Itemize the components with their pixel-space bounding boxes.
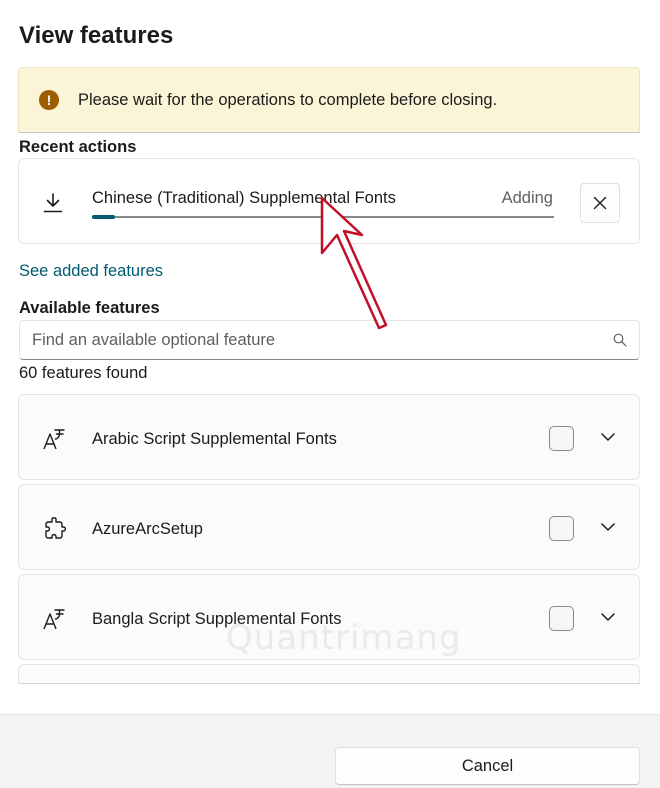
feature-name: Arabic Script Supplemental Fonts [92, 430, 337, 448]
view-features-dialog: View features ! Please wait for the oper… [0, 0, 660, 714]
dialog-title: View features [19, 22, 174, 49]
close-icon [593, 196, 607, 210]
watermark: Quantrimang [226, 618, 462, 658]
font-icon [43, 609, 65, 630]
chevron-down-icon[interactable] [600, 431, 616, 443]
feature-checkbox[interactable] [549, 426, 574, 451]
available-features-label: Available features [19, 299, 160, 317]
features-count: 60 features found [19, 364, 148, 382]
annotation-arrow-icon [320, 196, 388, 330]
chevron-down-icon[interactable] [600, 521, 616, 533]
see-added-features-link[interactable]: See added features [19, 262, 163, 281]
feature-checkbox[interactable] [549, 516, 574, 541]
font-icon [43, 429, 65, 450]
warning-icon: ! [39, 90, 59, 110]
dialog-footer: Cancel [0, 714, 660, 788]
warning-text: Please wait for the operations to comple… [78, 90, 498, 109]
download-icon [43, 193, 63, 213]
cancel-action-button[interactable] [580, 183, 620, 223]
chevron-down-icon[interactable] [600, 611, 616, 623]
feature-checkbox[interactable] [549, 606, 574, 631]
feature-row[interactable]: AzureArcSetup [18, 484, 640, 570]
warning-banner: ! Please wait for the operations to comp… [18, 67, 640, 133]
feature-row[interactable]: Arabic Script Supplemental Fonts [18, 394, 640, 480]
search-icon[interactable] [613, 333, 627, 347]
puzzle-icon [45, 517, 67, 539]
cancel-button[interactable]: Cancel [335, 747, 640, 785]
recent-actions-label: Recent actions [19, 138, 137, 156]
recent-action-status: Adding [501, 189, 553, 207]
feature-row-partial[interactable] [18, 664, 640, 684]
progress-bar-fill [92, 215, 116, 219]
feature-name: AzureArcSetup [92, 520, 203, 538]
